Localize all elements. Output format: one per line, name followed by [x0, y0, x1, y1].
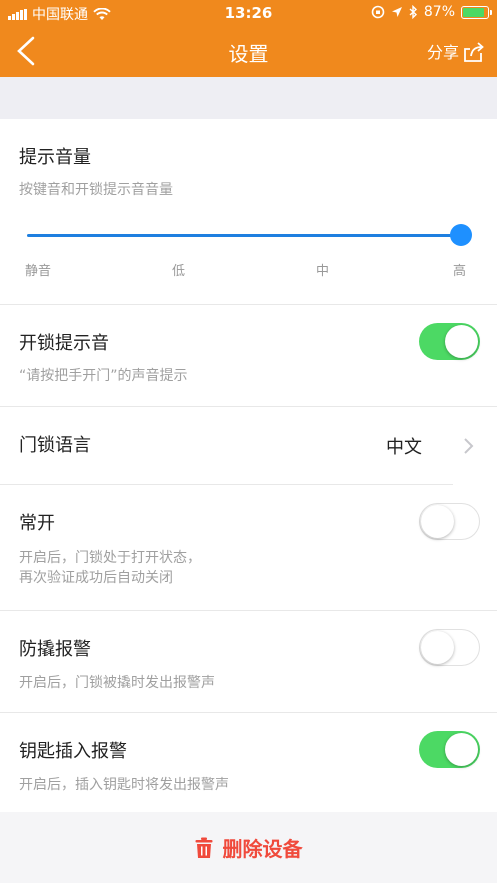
battery-icon — [461, 5, 492, 19]
toggle-knob — [445, 325, 478, 358]
unlock-sound-toggle[interactable] — [419, 323, 480, 360]
volume-title: 提示音量 — [19, 147, 91, 168]
tamper-alarm-title: 防撬报警 — [19, 639, 91, 660]
battery-percent: 87% — [423, 4, 455, 20]
section-gap — [0, 77, 497, 119]
key-alarm-row: 钥匙插入报警 开启后，插入钥匙时将发出报警声 — [0, 713, 497, 812]
always-open-toggle[interactable] — [419, 503, 480, 540]
volume-tick-low: 低 — [172, 264, 186, 279]
key-alarm-title: 钥匙插入报警 — [19, 741, 127, 762]
share-button[interactable]: 分享 — [427, 39, 485, 63]
unlock-sound-title: 开锁提示音 — [19, 333, 109, 354]
volume-slider-thumb[interactable] — [450, 224, 472, 246]
settings-list: 提示音量 按键音和开锁提示音音量 静音 低 中 高 开锁提示音 “请按把手开门”… — [0, 119, 497, 812]
chevron-right-icon — [464, 438, 474, 454]
location-arrow-icon — [391, 7, 402, 17]
language-row[interactable]: 门锁语言 中文 — [0, 407, 497, 485]
key-alarm-toggle[interactable] — [419, 731, 480, 768]
volume-slider-track[interactable] — [27, 234, 461, 237]
volume-tick-mid: 中 — [316, 264, 330, 279]
tamper-alarm-row: 防撬报警 开启后，门锁被撬时发出报警声 — [0, 611, 497, 713]
toggle-knob — [421, 505, 454, 538]
language-title: 门锁语言 — [19, 435, 91, 456]
volume-tick-high: 高 — [453, 264, 467, 279]
nav-bar: 设置 分享 — [0, 26, 497, 77]
key-alarm-subtitle: 开启后，插入钥匙时将发出报警声 — [19, 777, 229, 793]
share-icon — [464, 42, 484, 62]
volume-subtitle: 按键音和开锁提示音音量 — [19, 182, 173, 198]
always-open-subtitle-line1: 开启后，门锁处于打开状态， — [19, 550, 201, 566]
unlock-sound-row: 开锁提示音 “请按把手开门”的声音提示 — [0, 305, 497, 407]
volume-tick-mute: 静音 — [25, 264, 52, 279]
status-bar: 中国联通 13:26 87% — [0, 0, 497, 26]
tamper-alarm-toggle[interactable] — [419, 629, 480, 666]
always-open-title: 常开 — [19, 513, 55, 534]
tamper-alarm-subtitle: 开启后，门锁被撬时发出报警声 — [19, 675, 215, 691]
toggle-knob — [445, 733, 478, 766]
delete-device-label: 删除设备 — [222, 837, 303, 861]
unlock-sound-subtitle: “请按把手开门”的声音提示 — [19, 368, 188, 384]
rotation-lock-icon — [371, 5, 385, 19]
always-open-row: 常开 开启后，门锁处于打开状态， 再次验证成功后自动关闭 — [0, 485, 497, 611]
always-open-subtitle-line2: 再次验证成功后自动关闭 — [19, 570, 173, 586]
status-right: 87% — [371, 4, 492, 20]
share-label: 分享 — [426, 43, 459, 62]
toggle-knob — [421, 631, 454, 664]
volume-section: 提示音量 按键音和开锁提示音音量 静音 低 中 高 — [0, 119, 497, 305]
trash-icon — [195, 837, 212, 858]
language-value: 中文 — [386, 437, 422, 458]
bluetooth-icon — [409, 5, 417, 19]
page-title: 设置 — [228, 42, 269, 66]
battery-fill — [463, 7, 484, 17]
delete-device-button[interactable]: 删除设备 — [0, 812, 497, 883]
